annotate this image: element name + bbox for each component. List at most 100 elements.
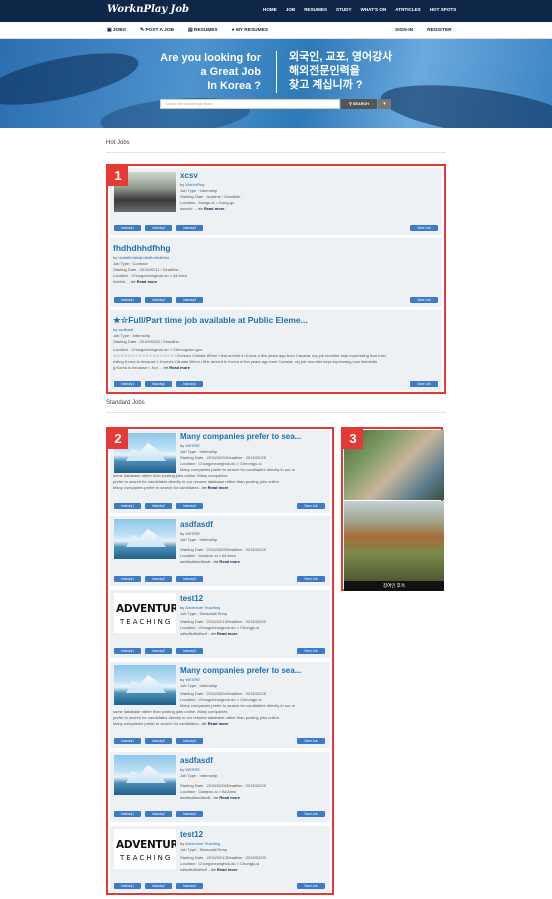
job-location: Location : Chungcheongbuk-do > Cheongju-…: [180, 697, 262, 702]
industry-tag[interactable]: Industry1: [114, 648, 141, 654]
job-title[interactable]: test12: [180, 830, 203, 839]
industry-tag[interactable]: Industry1: [114, 381, 141, 387]
job-dates: Starting Date : 2015/02/05Deadline : 201…: [180, 547, 266, 552]
industry-tag[interactable]: Industry3: [176, 503, 203, 509]
job-title[interactable]: fhdhdhhdfhhg: [113, 243, 171, 253]
job-card[interactable]: ADVENTURE TEACHING test12 by Adventure T…: [110, 826, 330, 892]
company-link[interactable]: WESRE: [185, 677, 200, 682]
industry-tag[interactable]: Industry3: [176, 648, 203, 654]
save-job-button[interactable]: Save Job: [410, 297, 438, 303]
industry-tag[interactable]: Industry2: [145, 503, 172, 509]
save-job-button[interactable]: Save Job: [410, 381, 438, 387]
industry-tag[interactable]: Industry2: [145, 811, 172, 817]
nav-hot-spots[interactable]: HOT SPOTS: [430, 7, 457, 12]
job-title[interactable]: Many companies prefer to sea...: [180, 432, 328, 441]
sign-in-link[interactable]: SIGN-IN: [395, 28, 413, 33]
job-title[interactable]: asdfasdf: [180, 520, 213, 529]
job-title[interactable]: Many companies prefer to sea...: [180, 666, 328, 675]
nav-articles[interactable]: ATRTICLES: [395, 7, 420, 12]
industry-tag[interactable]: Industry2: [145, 738, 172, 744]
subnav-resumes[interactable]: ▤ RESUMES: [188, 28, 218, 33]
industry-tag[interactable]: Industry1: [114, 576, 141, 582]
iceberg-graphic: [126, 443, 166, 461]
read-more-link[interactable]: >> Read more: [214, 795, 240, 800]
sidebar-ad[interactable]: 참여인 후속: [341, 427, 444, 591]
company-link[interactable]: Adventure Teaching: [185, 605, 220, 610]
read-more-link[interactable]: >> Read more: [163, 365, 189, 370]
save-job-button[interactable]: Save Job: [410, 225, 438, 231]
nav-home[interactable]: HOME: [263, 7, 277, 12]
industry-tag[interactable]: Industry1: [114, 225, 141, 231]
industry-tag[interactable]: Industry3: [176, 883, 203, 889]
read-more-link[interactable]: >> Read more: [211, 631, 237, 636]
job-title[interactable]: xcsv: [180, 171, 198, 180]
read-more-link[interactable]: >> Read more: [202, 485, 228, 490]
chevron-down-icon[interactable]: ▾: [378, 99, 391, 109]
industry-tag[interactable]: Industry3: [176, 738, 203, 744]
description-text: asdfasdfasdfasdf...: [180, 795, 214, 800]
read-more-link[interactable]: >> Read more: [214, 559, 240, 564]
nav-study[interactable]: STUDY: [336, 7, 352, 12]
industry-tag[interactable]: Industry1: [114, 738, 141, 744]
description-text: sdfsdfsdfsdfsdf ...: [180, 631, 212, 636]
industry-tag[interactable]: Industry1: [114, 811, 141, 817]
read-more-link[interactable]: >> Read more: [211, 867, 237, 872]
search-input[interactable]: Search the knowledge Base...: [160, 99, 340, 109]
nav-job[interactable]: JOB: [286, 7, 295, 12]
register-link[interactable]: REGISTER: [427, 28, 452, 33]
job-card[interactable]: asdfasdf by WESRE Job Type : Internship …: [110, 752, 330, 822]
divider: [106, 412, 446, 413]
industry-tag[interactable]: Industry3: [176, 381, 203, 387]
job-title[interactable]: test12: [180, 594, 203, 603]
company-link[interactable]: WESRE: [185, 443, 200, 448]
company-link[interactable]: dvbfdfhhdhdjhdhdfhdfhdfhbd: [118, 255, 169, 260]
subnav-my-resumes[interactable]: ● MY RESUMES: [232, 28, 268, 33]
job-card[interactable]: ★☆Full/Part time job available at Public…: [110, 310, 442, 391]
industry-tag[interactable]: Industry1: [114, 503, 141, 509]
job-card[interactable]: asdfasdf by WESRE Job Type : Internship …: [110, 516, 330, 586]
subnav-post-job[interactable]: ✎ POST A JOB: [140, 28, 174, 33]
save-job-button[interactable]: Save Job: [297, 883, 325, 889]
job-description: sdfsdfsdfsdfsdf ...>> Read more: [180, 867, 238, 873]
industry-tag[interactable]: Industry3: [176, 811, 203, 817]
industry-tag[interactable]: Industry2: [145, 297, 172, 303]
subnav-jobs[interactable]: ▣ JOBS: [107, 28, 126, 33]
job-card[interactable]: ADVENTURE TEACHING test12 by Adventure T…: [110, 590, 330, 658]
industry-tag[interactable]: Industry2: [145, 576, 172, 582]
save-job-button[interactable]: Save Job: [297, 648, 325, 654]
iceberg-graphic: [126, 765, 166, 783]
industry-tag[interactable]: Industry3: [176, 225, 203, 231]
nav-whats-on[interactable]: WHAT'S ON: [361, 7, 387, 12]
read-more-link[interactable]: >> Read more: [131, 279, 157, 284]
company-link[interactable]: WESRE: [185, 531, 200, 536]
job-title[interactable]: ★☆Full/Part time job available at Public…: [113, 315, 308, 326]
industry-tag[interactable]: Industry3: [176, 297, 203, 303]
industry-tag[interactable]: Industry1: [114, 297, 141, 303]
nav-resumes[interactable]: RESUMES: [304, 7, 327, 12]
read-more-link[interactable]: >> Read more: [198, 206, 224, 211]
save-job-button[interactable]: Save Job: [297, 738, 325, 744]
job-title[interactable]: asdfasdf: [180, 756, 213, 765]
company-link[interactable]: WESRE: [185, 767, 200, 772]
description-text: Many companies prefer to search for cand…: [113, 721, 202, 726]
save-job-button[interactable]: Save Job: [297, 811, 325, 817]
company-link[interactable]: asdfsadf: [118, 327, 133, 332]
read-more-link[interactable]: >> Read more: [202, 721, 228, 726]
company-link[interactable]: Adventure Teaching: [185, 841, 220, 846]
save-job-button[interactable]: Save Job: [297, 576, 325, 582]
company-link[interactable]: WorknPlay: [185, 182, 204, 187]
search-button[interactable]: ⚲ SEARCH: [341, 99, 377, 109]
job-card[interactable]: xcsv by WorknPlay Job Type : Internship …: [110, 168, 442, 235]
site-logo[interactable]: WorknPlay Job: [107, 4, 189, 15]
job-card[interactable]: Many companies prefer to sea... by WESRE…: [110, 662, 330, 748]
industry-tag[interactable]: Industry2: [145, 883, 172, 889]
industry-tag[interactable]: Industry2: [145, 225, 172, 231]
job-card[interactable]: Many companies prefer to sea... by WESRE…: [110, 430, 330, 513]
industry-tag[interactable]: Industry2: [145, 381, 172, 387]
save-job-button[interactable]: Save Job: [297, 503, 325, 509]
industry-tag[interactable]: Industry2: [145, 648, 172, 654]
job-card[interactable]: fhdhdhhdfhhg by dvbfdfhhdhdjhdhdfhdfhdfh…: [110, 238, 442, 307]
industry-tag[interactable]: Industry3: [176, 576, 203, 582]
industry-tag[interactable]: Industry1: [114, 883, 141, 889]
job-type: Job Type : Internship: [180, 537, 218, 542]
